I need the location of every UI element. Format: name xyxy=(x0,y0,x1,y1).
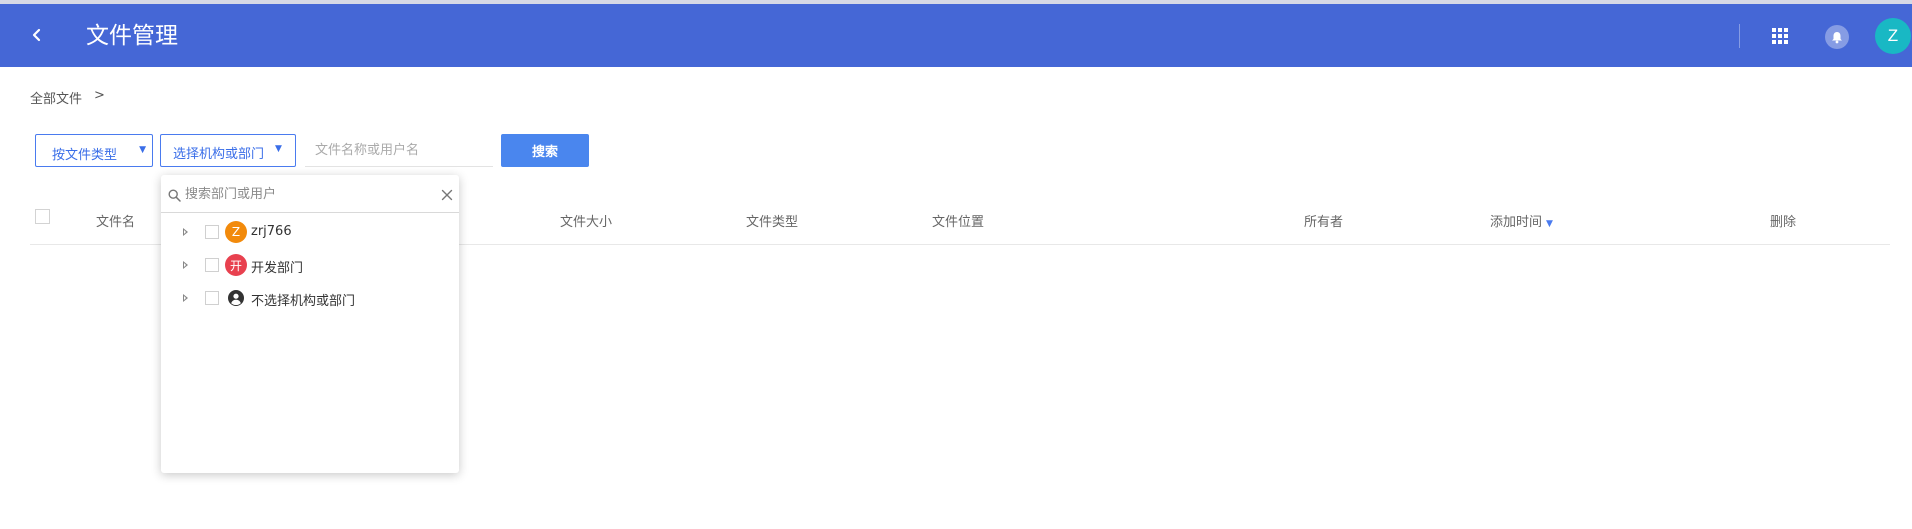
org-search-input[interactable] xyxy=(185,183,425,205)
org-filter-button[interactable]: 选择机构或部门 ▼ xyxy=(160,134,296,167)
expand-arrow-icon[interactable] xyxy=(183,228,188,236)
tree-item-label: 不选择机构或部门 xyxy=(251,294,356,309)
file-type-filter-button[interactable]: 按文件类型 ▼ xyxy=(35,134,153,167)
breadcrumb-root[interactable]: 全部文件 xyxy=(30,88,82,107)
caret-down-icon: ▼ xyxy=(139,145,146,155)
avatar: Z xyxy=(225,221,247,243)
close-icon[interactable] xyxy=(441,189,453,201)
column-header-filename: 文件名 xyxy=(96,215,136,230)
header-divider xyxy=(1739,24,1740,48)
column-header-location: 文件位置 xyxy=(932,215,985,230)
file-type-filter-label: 按文件类型 xyxy=(52,148,118,163)
search-button[interactable]: 搜索 xyxy=(501,134,589,167)
column-header-added-time[interactable]: 添加时间 ▼ xyxy=(1490,211,1553,230)
bell-icon xyxy=(1832,31,1842,43)
tree-item-label: zrj766 xyxy=(251,224,292,239)
user-avatar[interactable]: Z xyxy=(1875,18,1911,54)
search-input[interactable] xyxy=(305,134,493,167)
avatar: 开 xyxy=(225,254,247,276)
app-header: 文件管理 Z xyxy=(0,4,1912,67)
select-all-checkbox[interactable] xyxy=(35,209,50,224)
tree-item-label: 开发部门 xyxy=(251,261,304,276)
breadcrumb-separator: > xyxy=(94,88,105,103)
caret-down-icon: ▼ xyxy=(275,144,282,154)
column-header-size: 文件大小 xyxy=(560,215,613,230)
chevron-left-icon xyxy=(32,28,41,42)
column-header-delete: 删除 xyxy=(1770,215,1797,230)
user-circle-icon xyxy=(228,290,244,306)
back-button[interactable] xyxy=(22,20,52,50)
org-filter-label: 选择机构或部门 xyxy=(173,147,265,162)
column-header-owner: 所有者 xyxy=(1304,215,1344,230)
breadcrumb: 全部文件 > xyxy=(30,88,105,107)
search-icon xyxy=(168,189,181,202)
page-title: 文件管理 xyxy=(86,23,178,49)
tree-item-no-org[interactable]: 不选择机构或部门 xyxy=(161,285,459,313)
column-header-type: 文件类型 xyxy=(746,215,799,230)
sort-down-icon[interactable]: ▼ xyxy=(1546,219,1553,229)
org-dropdown-search xyxy=(161,175,459,213)
tree-item-user[interactable]: Z zrj766 xyxy=(161,219,459,247)
notification-button[interactable] xyxy=(1825,25,1849,49)
apps-grid-icon[interactable] xyxy=(1771,27,1791,47)
tree-item-checkbox[interactable] xyxy=(205,258,219,272)
org-dropdown-panel: Z zrj766 开 开发部门 不选择机构或部门 xyxy=(161,175,459,473)
expand-arrow-icon[interactable] xyxy=(183,294,188,302)
added-time-label: 添加时间 xyxy=(1490,215,1543,230)
tree-item-checkbox[interactable] xyxy=(205,225,219,239)
tree-item-checkbox[interactable] xyxy=(205,291,219,305)
tree-item-department[interactable]: 开 开发部门 xyxy=(161,252,459,280)
expand-arrow-icon[interactable] xyxy=(183,261,188,269)
